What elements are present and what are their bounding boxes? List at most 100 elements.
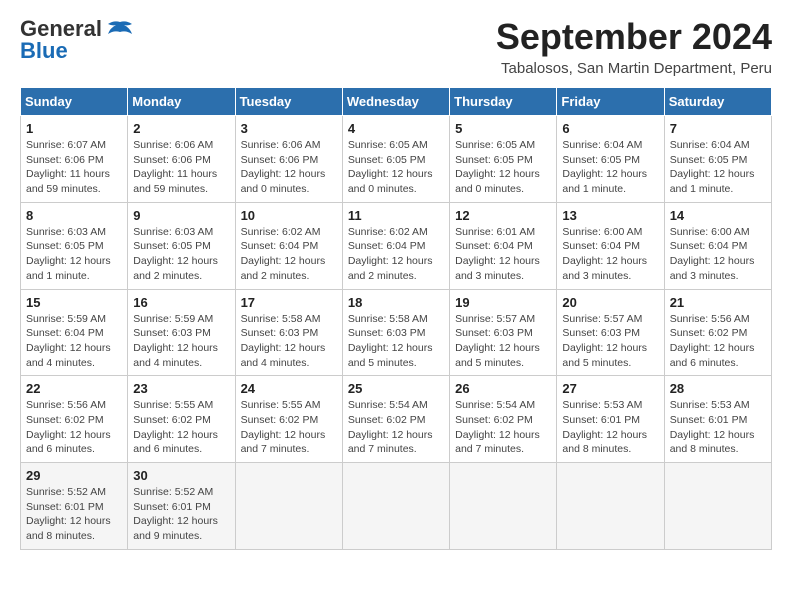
calendar-cell: 28 Sunrise: 5:53 AM Sunset: 6:01 PM Dayli…: [664, 376, 771, 463]
calendar-cell: 2 Sunrise: 6:06 AM Sunset: 6:06 PM Daylig…: [128, 116, 235, 203]
col-header-sunday: Sunday: [21, 88, 128, 116]
calendar-cell: 7 Sunrise: 6:04 AM Sunset: 6:05 PM Daylig…: [664, 116, 771, 203]
calendar-cell: [450, 463, 557, 550]
calendar-cell: 11 Sunrise: 6:02 AM Sunset: 6:04 PM Dayli…: [342, 202, 449, 289]
day-info: Sunrise: 6:02 AM Sunset: 6:04 PM Dayligh…: [348, 225, 444, 284]
day-number: 23: [133, 381, 229, 396]
day-info: Sunrise: 5:54 AM Sunset: 6:02 PM Dayligh…: [455, 398, 551, 457]
title-area: September 2024 Tabalosos, San Martin Dep…: [496, 16, 772, 77]
calendar-cell: 12Sunrise: 6:01 AM Sunset: 6:04 PM Dayli…: [450, 202, 557, 289]
calendar-cell: 19Sunrise: 5:57 AM Sunset: 6:03 PM Dayli…: [450, 289, 557, 376]
day-number: 16: [133, 295, 229, 310]
day-number: 28: [670, 381, 766, 396]
day-info: Sunrise: 6:04 AM Sunset: 6:05 PM Dayligh…: [670, 138, 766, 197]
calendar-cell: [664, 463, 771, 550]
day-number: 5: [455, 121, 551, 136]
day-number: 7: [670, 121, 766, 136]
day-info: Sunrise: 6:02 AM Sunset: 6:04 PM Dayligh…: [241, 225, 337, 284]
day-number: 26: [455, 381, 551, 396]
logo-blue-text: Blue: [20, 38, 68, 64]
day-number: 4: [348, 121, 444, 136]
day-info: Sunrise: 5:52 AM Sunset: 6:01 PM Dayligh…: [133, 485, 229, 544]
logo-bird-icon: [106, 20, 134, 38]
col-header-friday: Friday: [557, 88, 664, 116]
day-number: 19: [455, 295, 551, 310]
col-header-tuesday: Tuesday: [235, 88, 342, 116]
day-number: 18: [348, 295, 444, 310]
location-title: Tabalosos, San Martin Department, Peru: [496, 60, 772, 77]
day-number: 6: [562, 121, 658, 136]
calendar-cell: 18Sunrise: 5:58 AM Sunset: 6:03 PM Dayli…: [342, 289, 449, 376]
calendar-cell: [342, 463, 449, 550]
calendar-cell: 25 Sunrise: 5:54 AM Sunset: 6:02 PM Dayli…: [342, 376, 449, 463]
day-number: 22: [26, 381, 122, 396]
day-number: 17: [241, 295, 337, 310]
day-info: Sunrise: 5:53 AM Sunset: 6:01 PM Dayligh…: [670, 398, 766, 457]
day-info: Sunrise: 5:59 AM Sunset: 6:03 PM Dayligh…: [133, 312, 229, 371]
calendar-cell: 26 Sunrise: 5:54 AM Sunset: 6:02 PM Dayli…: [450, 376, 557, 463]
day-number: 29: [26, 468, 122, 483]
day-number: 8: [26, 208, 122, 223]
col-header-saturday: Saturday: [664, 88, 771, 116]
day-info: Sunrise: 6:05 AM Sunset: 6:05 PM Dayligh…: [348, 138, 444, 197]
day-number: 1: [26, 121, 122, 136]
calendar-cell: 8Sunrise: 6:03 AM Sunset: 6:05 PM Daylig…: [21, 202, 128, 289]
calendar-cell: 27Sunrise: 5:53 AM Sunset: 6:01 PM Dayli…: [557, 376, 664, 463]
day-number: 20: [562, 295, 658, 310]
day-info: Sunrise: 5:54 AM Sunset: 6:02 PM Dayligh…: [348, 398, 444, 457]
day-info: Sunrise: 5:52 AM Sunset: 6:01 PM Dayligh…: [26, 485, 122, 544]
calendar-cell: 20 Sunrise: 5:57 AM Sunset: 6:03 PM Dayli…: [557, 289, 664, 376]
day-number: 14: [670, 208, 766, 223]
calendar-cell: 14Sunrise: 6:00 AM Sunset: 6:04 PM Dayli…: [664, 202, 771, 289]
calendar-cell: 4 Sunrise: 6:05 AM Sunset: 6:05 PM Daylig…: [342, 116, 449, 203]
day-info: Sunrise: 6:06 AM Sunset: 6:06 PM Dayligh…: [133, 138, 229, 197]
calendar-cell: 30 Sunrise: 5:52 AM Sunset: 6:01 PM Dayli…: [128, 463, 235, 550]
day-number: 11: [348, 208, 444, 223]
calendar-cell: 5 Sunrise: 6:05 AM Sunset: 6:05 PM Daylig…: [450, 116, 557, 203]
col-header-thursday: Thursday: [450, 88, 557, 116]
day-number: 15: [26, 295, 122, 310]
day-info: Sunrise: 5:55 AM Sunset: 6:02 PM Dayligh…: [241, 398, 337, 457]
day-info: Sunrise: 6:03 AM Sunset: 6:05 PM Dayligh…: [133, 225, 229, 284]
calendar-cell: 9 Sunrise: 6:03 AM Sunset: 6:05 PM Daylig…: [128, 202, 235, 289]
calendar-cell: [235, 463, 342, 550]
day-info: Sunrise: 5:55 AM Sunset: 6:02 PM Dayligh…: [133, 398, 229, 457]
col-header-monday: Monday: [128, 88, 235, 116]
day-info: Sunrise: 5:56 AM Sunset: 6:02 PM Dayligh…: [26, 398, 122, 457]
day-info: Sunrise: 6:05 AM Sunset: 6:05 PM Dayligh…: [455, 138, 551, 197]
day-number: 3: [241, 121, 337, 136]
day-number: 9: [133, 208, 229, 223]
day-number: 13: [562, 208, 658, 223]
day-number: 24: [241, 381, 337, 396]
day-number: 30: [133, 468, 229, 483]
calendar-cell: 3 Sunrise: 6:06 AM Sunset: 6:06 PM Daylig…: [235, 116, 342, 203]
calendar-cell: 24 Sunrise: 5:55 AM Sunset: 6:02 PM Dayli…: [235, 376, 342, 463]
day-info: Sunrise: 6:06 AM Sunset: 6:06 PM Dayligh…: [241, 138, 337, 197]
calendar-table: SundayMondayTuesdayWednesdayThursdayFrid…: [20, 87, 772, 550]
day-number: 2: [133, 121, 229, 136]
calendar-cell: 22 Sunrise: 5:56 AM Sunset: 6:02 PM Dayli…: [21, 376, 128, 463]
calendar-week-3: 15Sunrise: 5:59 AM Sunset: 6:04 PM Dayli…: [21, 289, 772, 376]
day-number: 25: [348, 381, 444, 396]
day-info: Sunrise: 6:04 AM Sunset: 6:05 PM Dayligh…: [562, 138, 658, 197]
calendar-header-row: SundayMondayTuesdayWednesdayThursdayFrid…: [21, 88, 772, 116]
day-info: Sunrise: 5:56 AM Sunset: 6:02 PM Dayligh…: [670, 312, 766, 371]
calendar-week-4: 22 Sunrise: 5:56 AM Sunset: 6:02 PM Dayli…: [21, 376, 772, 463]
page-header: General Blue September 2024 Tabalosos, S…: [20, 16, 772, 77]
day-info: Sunrise: 5:58 AM Sunset: 6:03 PM Dayligh…: [241, 312, 337, 371]
calendar-cell: 15Sunrise: 5:59 AM Sunset: 6:04 PM Dayli…: [21, 289, 128, 376]
day-info: Sunrise: 5:53 AM Sunset: 6:01 PM Dayligh…: [562, 398, 658, 457]
calendar-cell: 16 Sunrise: 5:59 AM Sunset: 6:03 PM Dayli…: [128, 289, 235, 376]
col-header-wednesday: Wednesday: [342, 88, 449, 116]
calendar-cell: 10Sunrise: 6:02 AM Sunset: 6:04 PM Dayli…: [235, 202, 342, 289]
day-info: Sunrise: 6:07 AM Sunset: 6:06 PM Dayligh…: [26, 138, 122, 197]
day-number: 21: [670, 295, 766, 310]
day-info: Sunrise: 6:01 AM Sunset: 6:04 PM Dayligh…: [455, 225, 551, 284]
calendar-cell: 13Sunrise: 6:00 AM Sunset: 6:04 PM Dayli…: [557, 202, 664, 289]
calendar-cell: 29 Sunrise: 5:52 AM Sunset: 6:01 PM Dayli…: [21, 463, 128, 550]
calendar-cell: [557, 463, 664, 550]
month-title: September 2024: [496, 16, 772, 58]
calendar-week-5: 29 Sunrise: 5:52 AM Sunset: 6:01 PM Dayli…: [21, 463, 772, 550]
day-info: Sunrise: 5:57 AM Sunset: 6:03 PM Dayligh…: [562, 312, 658, 371]
logo: General Blue: [20, 16, 134, 64]
